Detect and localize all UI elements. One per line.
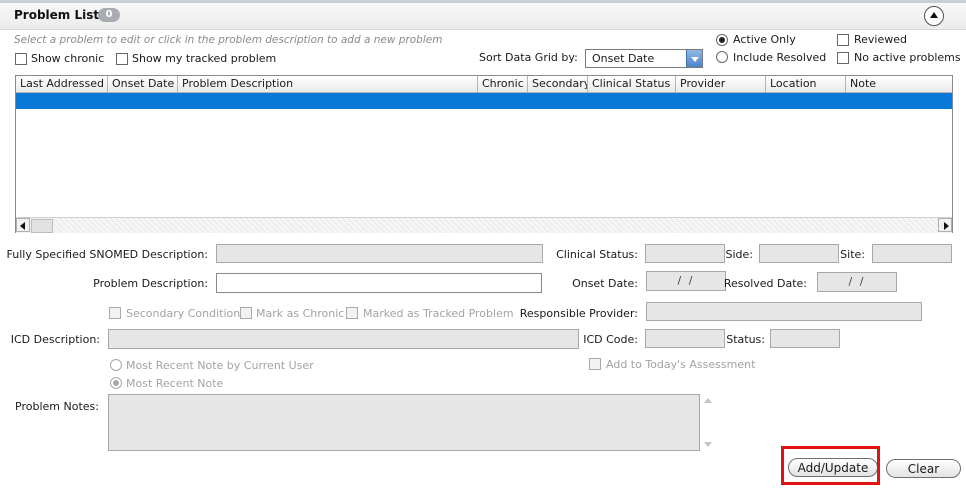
col-onset-date[interactable]: Onset Date <box>108 76 178 92</box>
panel-title: Problem List <box>14 8 100 22</box>
tracked-problem-label: Marked as Tracked Problem <box>363 307 514 320</box>
problem-count-badge: 0 <box>98 8 120 22</box>
responsible-provider-field <box>646 302 922 321</box>
grid-header: Last Addressed Onset Date Problem Descri… <box>16 76 952 93</box>
mark-chronic-checkbox[interactable] <box>240 307 252 319</box>
scroll-down-icon[interactable] <box>704 442 712 447</box>
col-chronic[interactable]: Chronic <box>478 76 528 92</box>
scroll-thumb[interactable] <box>31 219 53 233</box>
secondary-condition-label: Secondary Condition <box>126 307 241 320</box>
resolved-date-value: / / <box>848 275 866 288</box>
side-label: Side: <box>725 248 754 261</box>
col-location[interactable]: Location <box>766 76 846 92</box>
col-problem-description[interactable]: Problem Description <box>178 76 478 92</box>
responsible-provider-label: Responsible Provider: <box>519 307 638 320</box>
recent-note-user-radio[interactable] <box>110 359 122 371</box>
recent-note-radio[interactable] <box>110 377 122 389</box>
notes-scrollbar[interactable] <box>700 394 715 451</box>
side-field <box>759 244 839 263</box>
selected-row[interactable] <box>16 93 952 109</box>
show-chronic-checkbox[interactable] <box>15 53 27 65</box>
sort-label: Sort Data Grid by: <box>479 51 578 64</box>
highlight-box <box>781 446 880 485</box>
scroll-right-icon[interactable] <box>938 218 952 232</box>
onset-date-value: / / <box>677 274 695 287</box>
col-clinical-status[interactable]: Clinical Status <box>588 76 676 92</box>
horizontal-scrollbar[interactable] <box>16 217 952 233</box>
add-today-checkbox[interactable] <box>589 358 601 370</box>
show-chronic-label: Show chronic <box>31 52 105 65</box>
secondary-condition-checkbox[interactable] <box>109 307 121 319</box>
include-resolved-label: Include Resolved <box>733 51 827 64</box>
status-label: Status: <box>726 333 765 346</box>
mark-chronic-label: Mark as Chronic <box>256 307 345 320</box>
scroll-left-icon[interactable] <box>16 218 30 232</box>
col-provider[interactable]: Provider <box>676 76 766 92</box>
tracked-problem-checkbox[interactable] <box>346 307 358 319</box>
show-tracked-label: Show my tracked problem <box>132 52 277 65</box>
icd-code-label: ICD Code: <box>583 333 638 346</box>
reviewed-label: Reviewed <box>854 33 907 46</box>
reviewed-checkbox[interactable] <box>837 34 849 46</box>
clear-button[interactable]: Clear <box>886 459 961 478</box>
clinical-status-label: Clinical Status: <box>556 248 638 261</box>
panel-header <box>0 3 966 30</box>
active-only-label: Active Only <box>733 33 796 46</box>
problem-grid[interactable]: Last Addressed Onset Date Problem Descri… <box>15 75 953 233</box>
col-last-addressed[interactable]: Last Addressed <box>16 76 108 92</box>
include-resolved-radio[interactable] <box>716 51 728 63</box>
problem-description-input[interactable] <box>216 273 542 293</box>
scroll-up-icon[interactable] <box>704 398 712 403</box>
recent-note-label: Most Recent Note <box>126 377 224 390</box>
show-tracked-checkbox[interactable] <box>116 53 128 65</box>
icd-code-field <box>645 329 725 348</box>
active-only-radio[interactable] <box>716 34 728 46</box>
col-secondary[interactable]: Secondary <box>528 76 588 92</box>
snomed-field <box>216 244 543 263</box>
icd-description-label: ICD Description: <box>10 333 100 346</box>
problem-description-label: Problem Description: <box>93 277 208 290</box>
snomed-label: Fully Specified SNOMED Description: <box>6 248 208 261</box>
col-note[interactable]: Note <box>846 76 952 92</box>
onset-date-field: / / <box>646 271 726 291</box>
recent-note-user-label: Most Recent Note by Current User <box>126 359 314 372</box>
add-today-label: Add to Today's Assessment <box>606 358 756 371</box>
problem-notes-textarea[interactable] <box>108 394 700 451</box>
resolved-date-label: Resolved Date: <box>723 277 807 290</box>
no-active-problems-label: No active problems <box>854 51 961 64</box>
status-field <box>770 329 840 348</box>
icd-description-field <box>108 329 579 349</box>
onset-date-label: Onset Date: <box>572 277 638 290</box>
collapse-up-icon[interactable] <box>924 6 944 26</box>
instruction-text: Select a problem to edit or click in the… <box>14 34 443 46</box>
sort-dropdown-value: Onset Date <box>592 52 655 65</box>
clinical-status-field <box>645 244 725 263</box>
problem-notes-label: Problem Notes: <box>15 400 99 413</box>
chevron-down-icon[interactable] <box>686 50 702 67</box>
site-field <box>872 244 952 263</box>
no-active-problems-checkbox[interactable] <box>837 52 849 64</box>
resolved-date-field: / / <box>817 272 897 292</box>
site-label: Site: <box>840 248 865 261</box>
sort-dropdown[interactable]: Onset Date <box>585 49 703 68</box>
